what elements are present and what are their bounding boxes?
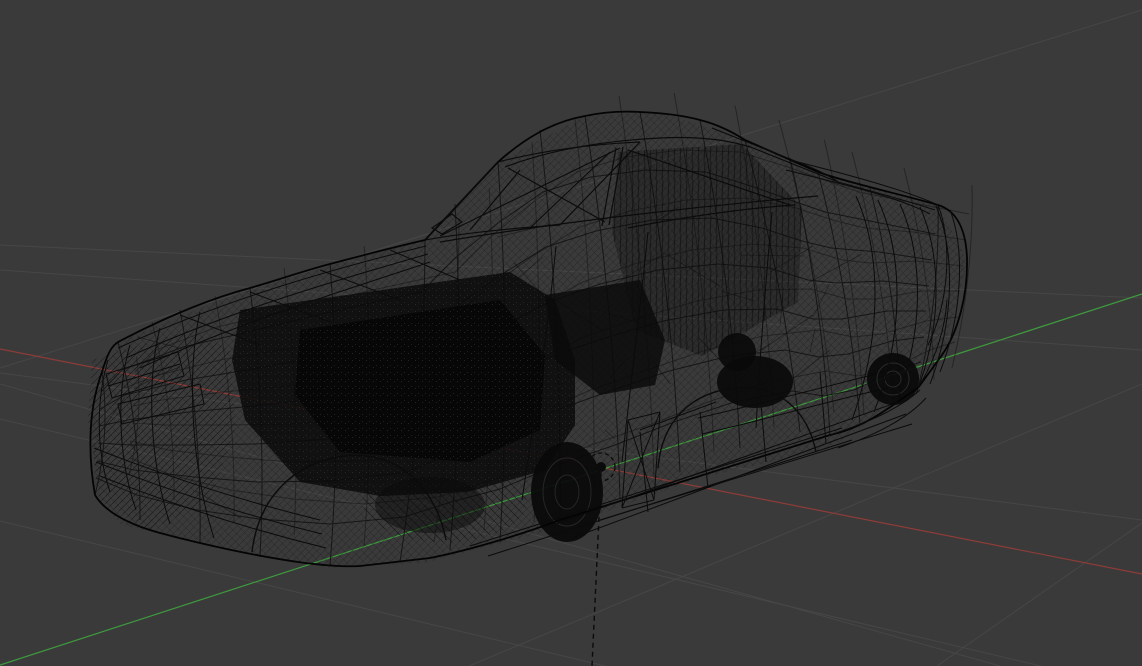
scene-canvas: [0, 9, 1142, 666]
car-wireframe-model[interactable]: [80, 92, 980, 580]
engine-bay-dense-mesh: [232, 272, 575, 496]
3d-viewport[interactable]: [0, 0, 1142, 666]
front-suspension-cluster: [363, 462, 527, 542]
origin-dot: [596, 462, 606, 472]
